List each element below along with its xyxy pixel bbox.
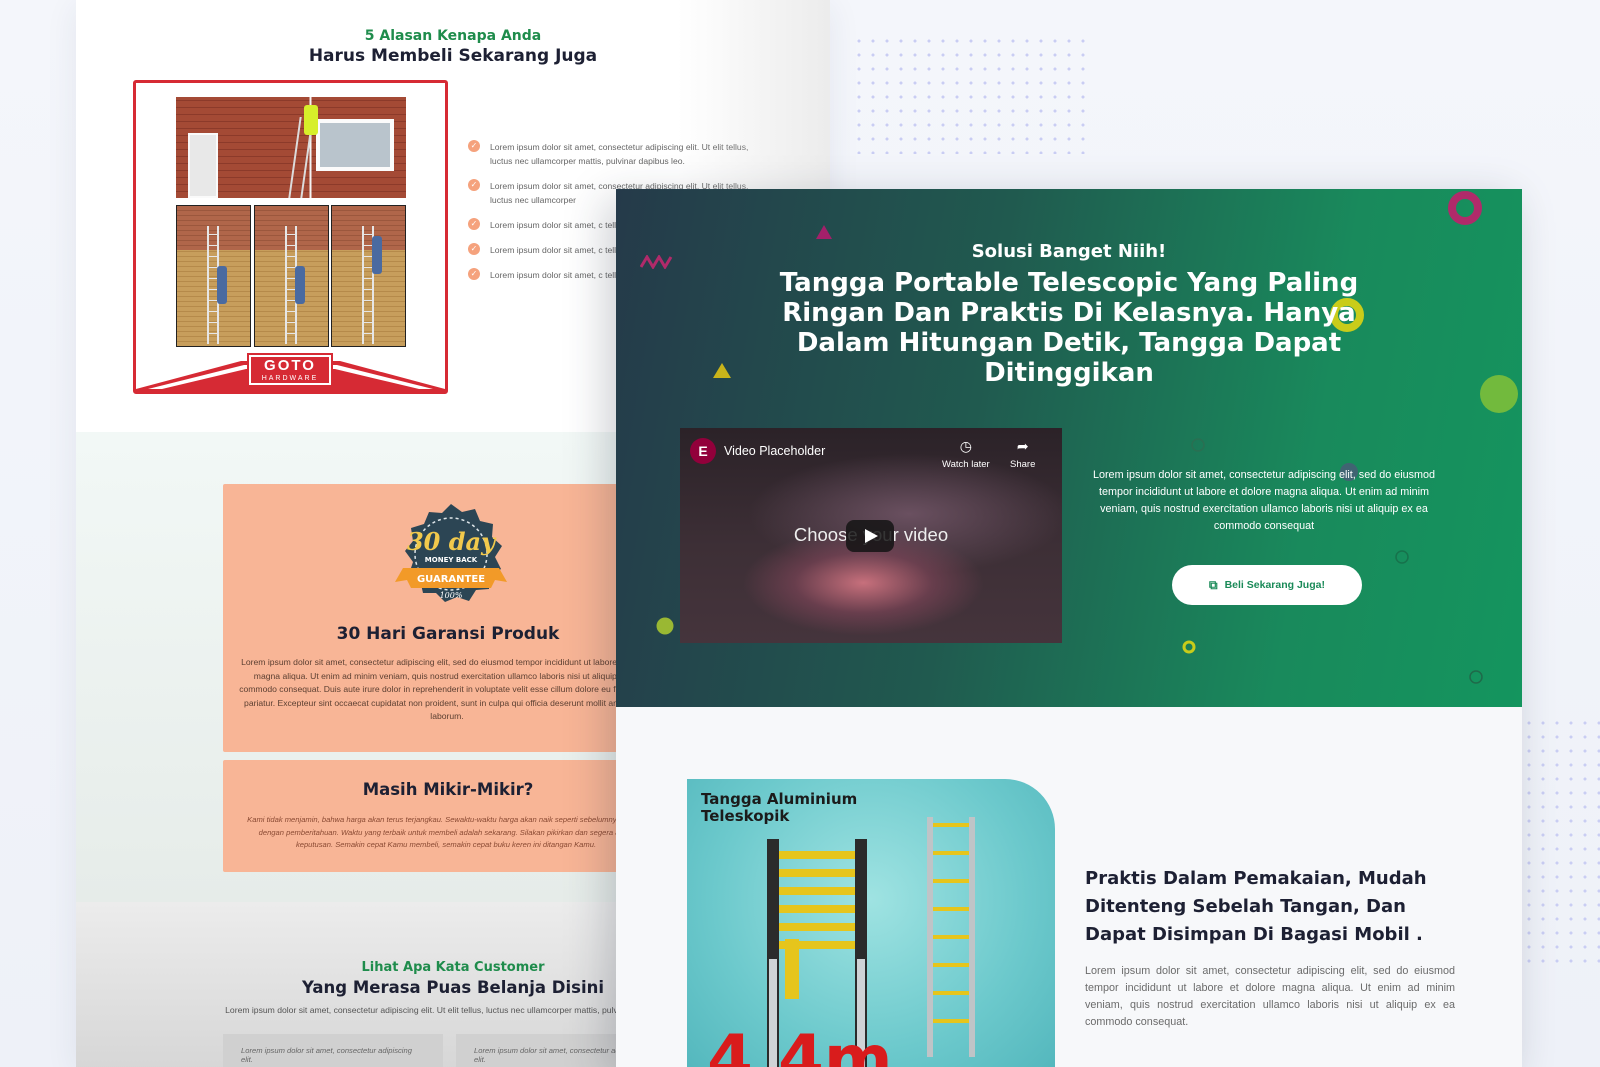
extended-ladder-image: [927, 817, 975, 1057]
dot-pattern-right: [1522, 716, 1600, 966]
triangle-icon: [713, 363, 731, 378]
photo-house-ladder: [176, 97, 406, 198]
photo-step-2: [254, 205, 329, 347]
watch-later-button[interactable]: ◷ Watch later: [942, 438, 990, 470]
external-link-icon: ⧉: [1209, 577, 1218, 592]
video-title: Video Placeholder: [724, 444, 826, 458]
svg-text:100%: 100%: [440, 591, 463, 600]
product-section: Tangga Aluminium Teleskopik 4.4m Praktis…: [616, 707, 1522, 1067]
ring-outline-icon: [1469, 670, 1483, 684]
product-size-label: 4.4m: [707, 1021, 893, 1067]
buy-now-button[interactable]: ⧉ Beli Sekarang Juga!: [1172, 565, 1362, 605]
check-circle-icon: ✓: [468, 218, 480, 230]
triangle-icon: [816, 225, 832, 239]
money-back-badge-icon: 30 day MONEY BACK GUARANTEE 100%: [395, 504, 507, 602]
ring-icon: [1448, 191, 1482, 225]
elementor-logo-icon: E: [690, 438, 716, 464]
ring-outline-icon: [1191, 438, 1205, 452]
check-circle-icon: ✓: [468, 243, 480, 255]
check-circle-icon: ✓: [468, 179, 480, 191]
product-title: Praktis Dalam Pemakaian, Mudah Ditenteng…: [1085, 868, 1427, 945]
brand-name: GOTO: [264, 357, 316, 374]
brand-logo: GOTO HARDWARE: [247, 353, 333, 387]
share-arrow-icon: ➦: [1016, 438, 1029, 454]
testimonial-card: Lorem ipsum dolor sit amet, consectetur …: [223, 1034, 443, 1067]
clock-icon: ◷: [959, 438, 972, 454]
ring-outline-icon: [1395, 550, 1409, 564]
product-image-card: Tangga Aluminium Teleskopik 4.4m: [687, 779, 1055, 1067]
svg-text:30 day: 30 day: [407, 527, 497, 556]
photo-step-3: [331, 205, 406, 347]
check-circle-icon: ✓: [468, 268, 480, 280]
dot-pattern-top: [852, 34, 1092, 154]
svg-text:GUARANTEE: GUARANTEE: [417, 574, 485, 585]
circle-icon: [656, 617, 674, 635]
product-description: Lorem ipsum dolor sit amet, consectetur …: [1085, 965, 1455, 1028]
photo-step-1: [176, 205, 251, 347]
video-header: E Video Placeholder: [690, 438, 825, 464]
ring-icon: [1182, 640, 1196, 654]
buy-now-label: Beli Sekarang Juga!: [1224, 579, 1325, 591]
svg-text:MONEY BACK: MONEY BACK: [425, 556, 478, 564]
product-label: Tangga Aluminium Teleskopik: [701, 790, 858, 825]
video-player[interactable]: E Video Placeholder ◷ Watch later ➦ Shar…: [680, 428, 1062, 643]
circle-icon: [1480, 375, 1518, 413]
product-photo-collage: GOTO HARDWARE: [133, 80, 448, 394]
share-button[interactable]: ➦ Share: [1010, 438, 1035, 470]
play-button[interactable]: [846, 520, 894, 552]
hero-description: Lorem ipsum dolor sit amet, consectetur …: [1092, 469, 1436, 532]
brand-sub: HARDWARE: [261, 375, 319, 382]
hero-section: Solusi Banget Niih! Tangga Portable Tele…: [616, 189, 1522, 707]
front-page-preview: Solusi Banget Niih! Tangga Portable Tele…: [616, 189, 1522, 1067]
hero-kicker: Solusi Banget Niih!: [971, 241, 1167, 262]
hero-title: Tangga Portable Telescopic Yang Paling R…: [779, 268, 1359, 388]
check-circle-icon: ✓: [468, 140, 480, 152]
